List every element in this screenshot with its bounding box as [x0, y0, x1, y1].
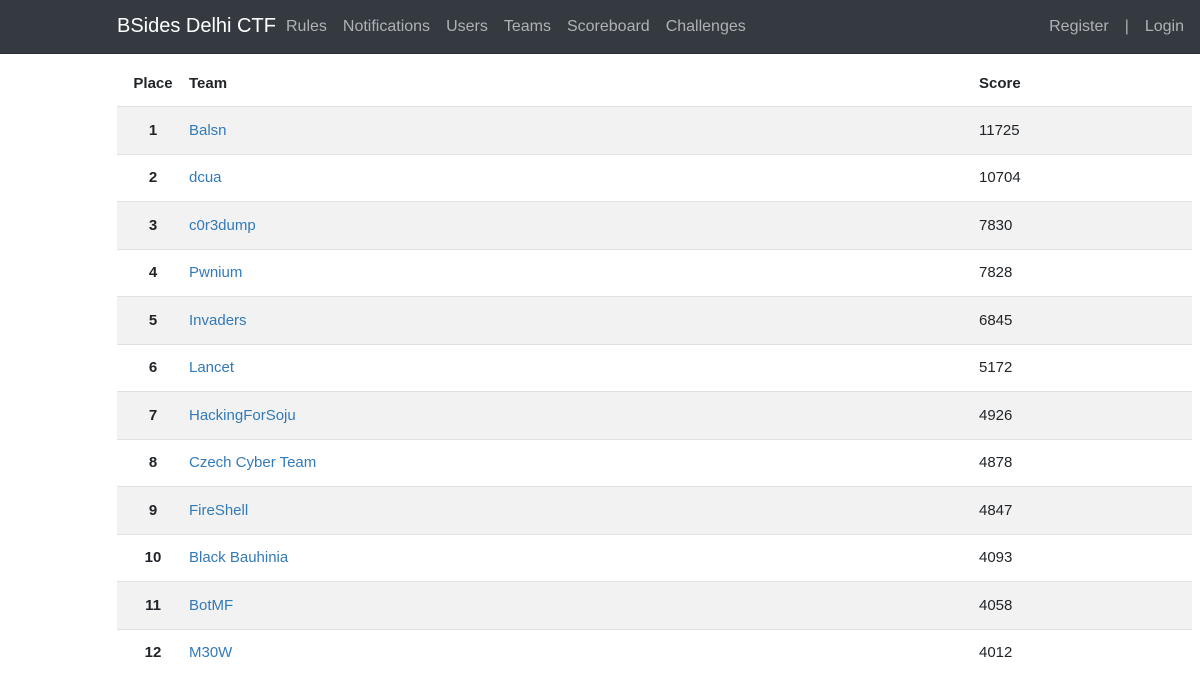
team-cell: M30W [189, 629, 979, 676]
score-cell: 4012 [979, 629, 1192, 676]
scoreboard-body: 1Balsn117252dcua107043c0r3dump78304Pwniu… [117, 107, 1192, 676]
team-link[interactable]: Lancet [189, 359, 234, 376]
nav-link-rules[interactable]: Rules [278, 18, 335, 36]
place-cell: 10 [117, 534, 189, 582]
scoreboard-container: Place Team Score 1Balsn117252dcua107043c… [117, 60, 1192, 676]
score-cell: 10704 [979, 154, 1192, 202]
team-link[interactable]: Black Bauhinia [189, 549, 288, 566]
table-row: 8Czech Cyber Team 4878 [117, 439, 1192, 487]
team-cell: Black Bauhinia [189, 534, 979, 582]
table-row: 1Balsn 11725 [117, 107, 1192, 155]
team-cell: dcua [189, 154, 979, 202]
table-row: 5Invaders 6845 [117, 297, 1192, 345]
header-score: Score [979, 60, 1192, 107]
scoreboard-table: Place Team Score 1Balsn117252dcua107043c… [117, 60, 1192, 676]
place-cell: 2 [117, 154, 189, 202]
score-cell: 4878 [979, 439, 1192, 487]
team-cell: BotMF [189, 582, 979, 630]
team-link[interactable]: Czech Cyber Team [189, 454, 316, 471]
place-cell: 4 [117, 249, 189, 297]
team-link[interactable]: BotMF [189, 597, 233, 614]
place-cell: 8 [117, 439, 189, 487]
table-row: 2dcua 10704 [117, 154, 1192, 202]
nav-separator: | [1117, 18, 1137, 36]
team-cell: Lancet [189, 344, 979, 392]
score-cell: 4093 [979, 534, 1192, 582]
score-cell: 11725 [979, 107, 1192, 155]
place-cell: 1 [117, 107, 189, 155]
score-cell: 4847 [979, 487, 1192, 535]
nav-link-challenges[interactable]: Challenges [658, 18, 754, 36]
nav-link-notifications[interactable]: Notifications [335, 18, 438, 36]
header-place: Place [117, 60, 189, 107]
team-link[interactable]: Pwnium [189, 264, 242, 281]
table-row: 7HackingForSoju 4926 [117, 392, 1192, 440]
place-cell: 3 [117, 202, 189, 250]
team-cell: Czech Cyber Team [189, 439, 979, 487]
brand-link[interactable]: BSides Delhi CTF [117, 15, 276, 38]
team-cell: HackingForSoju [189, 392, 979, 440]
team-link[interactable]: Invaders [189, 312, 247, 329]
team-cell: Pwnium [189, 249, 979, 297]
team-link[interactable]: c0r3dump [189, 217, 256, 234]
team-cell: FireShell [189, 487, 979, 535]
main-nav: Rules Notifications Users Teams Scoreboa… [278, 0, 754, 54]
score-cell: 7828 [979, 249, 1192, 297]
team-link[interactable]: FireShell [189, 502, 248, 519]
table-header-row: Place Team Score [117, 60, 1192, 107]
team-link[interactable]: HackingForSoju [189, 407, 296, 424]
score-cell: 4926 [979, 392, 1192, 440]
place-cell: 6 [117, 344, 189, 392]
score-cell: 7830 [979, 202, 1192, 250]
team-link[interactable]: Balsn [189, 122, 227, 139]
place-cell: 12 [117, 629, 189, 676]
score-cell: 6845 [979, 297, 1192, 345]
table-row: 11BotMF 4058 [117, 582, 1192, 630]
team-cell: Invaders [189, 297, 979, 345]
table-row: 4Pwnium 7828 [117, 249, 1192, 297]
place-cell: 11 [117, 582, 189, 630]
nav-link-users[interactable]: Users [438, 18, 496, 36]
nav-link-scoreboard[interactable]: Scoreboard [559, 18, 658, 36]
place-cell: 9 [117, 487, 189, 535]
team-link[interactable]: dcua [189, 169, 222, 186]
score-cell: 4058 [979, 582, 1192, 630]
top-navbar: BSides Delhi CTF Rules Notifications Use… [0, 0, 1200, 54]
table-row: 10Black Bauhinia 4093 [117, 534, 1192, 582]
team-link[interactable]: M30W [189, 644, 232, 661]
team-cell: c0r3dump [189, 202, 979, 250]
score-cell: 5172 [979, 344, 1192, 392]
table-row: 9FireShell 4847 [117, 487, 1192, 535]
register-link[interactable]: Register [1041, 18, 1117, 36]
login-link[interactable]: Login [1137, 18, 1192, 36]
place-cell: 7 [117, 392, 189, 440]
header-team: Team [189, 60, 979, 107]
table-row: 3c0r3dump 7830 [117, 202, 1192, 250]
place-cell: 5 [117, 297, 189, 345]
team-cell: Balsn [189, 107, 979, 155]
auth-nav: Register | Login [1041, 0, 1192, 54]
nav-link-teams[interactable]: Teams [496, 18, 559, 36]
table-row: 12M30W 4012 [117, 629, 1192, 676]
table-row: 6Lancet 5172 [117, 344, 1192, 392]
